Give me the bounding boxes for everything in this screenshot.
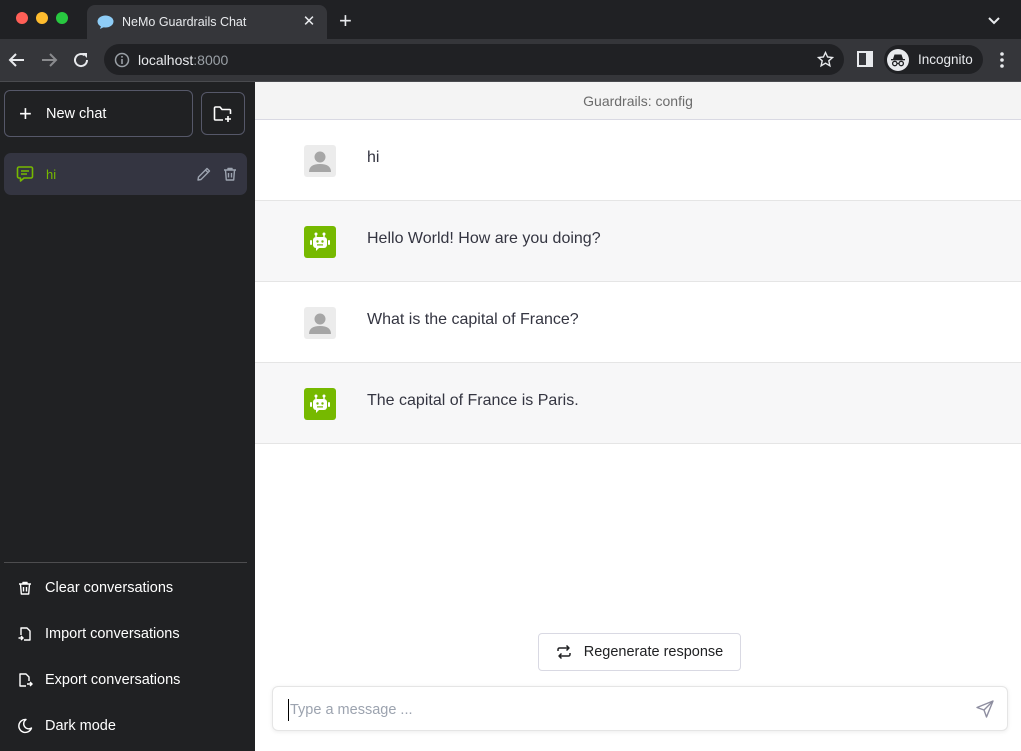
url-host: localhost — [138, 51, 194, 68]
conversation-item[interactable]: hi — [4, 153, 247, 195]
import-conversations-label: Import conversations — [45, 626, 180, 642]
chat-area: Guardrails: config hi Hello World! How a… — [255, 82, 1021, 751]
address-bar[interactable]: localhost:8000 — [104, 44, 844, 75]
tab-close-icon[interactable]: ✕ — [301, 14, 317, 30]
message-text: What is the capital of France? — [367, 311, 579, 328]
dark-mode-label: Dark mode — [45, 718, 116, 734]
user-avatar — [304, 307, 336, 339]
user-avatar — [304, 145, 336, 177]
message-row: hi — [255, 120, 1021, 201]
robot-icon — [310, 394, 330, 413]
kebab-menu-icon[interactable] — [995, 50, 1009, 70]
window-zoom-button[interactable] — [56, 12, 68, 24]
export-conversations-label: Export conversations — [45, 672, 181, 688]
arrow-right-icon — [42, 53, 58, 67]
regenerate-response-button[interactable]: Regenerate response — [538, 633, 741, 671]
message-row: What is the capital of France? — [255, 282, 1021, 363]
user-icon — [309, 313, 331, 334]
refresh-icon — [557, 644, 571, 660]
window-close-button[interactable] — [16, 12, 28, 24]
reload-icon — [74, 53, 89, 68]
browser-tab-bar: NeMo Guardrails Chat ✕ + — [0, 0, 1021, 39]
bot-avatar — [304, 388, 336, 420]
message-row: Hello World! How are you doing? — [255, 201, 1021, 282]
regenerate-label: Regenerate response — [583, 644, 724, 660]
incognito-icon — [887, 48, 909, 71]
trash-icon — [16, 579, 34, 597]
model-label: Guardrails: config — [583, 92, 693, 109]
url-port: :8000 — [193, 51, 229, 68]
new-chat-button[interactable]: + New chat — [4, 90, 193, 137]
arrow-left-icon — [8, 53, 24, 67]
dark-mode-button[interactable]: Dark mode — [4, 706, 247, 746]
message-icon — [16, 166, 34, 182]
back-button[interactable] — [6, 49, 28, 71]
message-row: The capital of France is Paris. — [255, 363, 1021, 444]
plus-icon: + — [19, 100, 32, 126]
export-conversations-button[interactable]: Export conversations — [4, 660, 247, 700]
new-tab-button[interactable]: + — [339, 10, 352, 32]
reload-button[interactable] — [70, 49, 92, 71]
clear-conversations-label: Clear conversations — [45, 580, 174, 596]
user-icon — [309, 151, 331, 172]
star-icon[interactable] — [817, 51, 834, 68]
delete-conversation-button[interactable] — [221, 165, 239, 183]
forward-button[interactable] — [38, 49, 60, 71]
incognito-profile-button[interactable]: Incognito — [884, 45, 983, 74]
side-panel-icon[interactable] — [857, 51, 873, 67]
robot-icon — [310, 232, 330, 251]
message-text: hi — [367, 149, 380, 166]
file-import-icon — [16, 625, 34, 643]
tab-title: NeMo Guardrails Chat — [122, 15, 247, 29]
window-minimize-button[interactable] — [36, 12, 48, 24]
clear-conversations-button[interactable]: Clear conversations — [4, 568, 247, 608]
model-bar: Guardrails: config — [255, 82, 1021, 120]
send-icon[interactable] — [975, 699, 995, 719]
chat-bubble-icon — [97, 15, 114, 29]
browser-tab[interactable]: NeMo Guardrails Chat ✕ — [87, 5, 327, 39]
incognito-label: Incognito — [918, 52, 973, 67]
info-icon[interactable] — [114, 52, 130, 68]
browser-toolbar: localhost:8000 Incognito — [0, 39, 1021, 81]
folder-plus-icon — [213, 105, 232, 122]
message-text: Hello World! How are you doing? — [367, 230, 601, 247]
message-text: The capital of France is Paris. — [367, 392, 579, 409]
sidebar: + New chat hi Clear conversations Import… — [0, 82, 255, 751]
import-conversations-button[interactable]: Import conversations — [4, 614, 247, 654]
sidebar-divider — [4, 562, 247, 563]
trash-icon — [224, 167, 236, 181]
bot-avatar — [304, 226, 336, 258]
file-export-icon — [16, 671, 34, 689]
moon-icon — [16, 717, 34, 735]
message-input-container — [272, 686, 1008, 731]
chevron-down-icon[interactable] — [985, 12, 1003, 30]
edit-conversation-button[interactable] — [195, 165, 213, 183]
conversation-name: hi — [46, 166, 57, 182]
message-input[interactable] — [288, 699, 958, 721]
new-folder-button[interactable] — [201, 92, 245, 135]
pencil-icon — [197, 167, 211, 181]
new-chat-label: New chat — [46, 105, 107, 122]
